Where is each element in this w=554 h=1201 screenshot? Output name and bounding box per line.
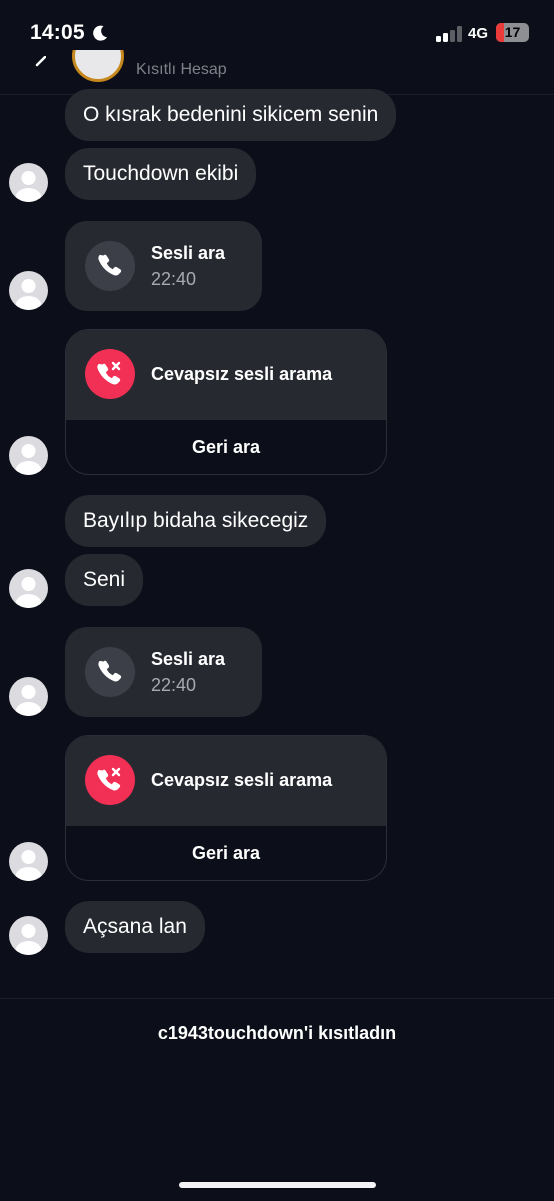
message-bubble[interactable]: Bayılıp bidaha sikecegiz — [65, 495, 327, 547]
home-indicator[interactable] — [179, 1182, 376, 1188]
missed-call-icon — [85, 349, 135, 399]
signal-icon — [436, 26, 462, 42]
missed-call-card: Cevapsız sesli arama Geri ara — [65, 329, 387, 475]
contact-avatar[interactable] — [72, 50, 124, 82]
message-bubble[interactable]: Seni — [65, 554, 144, 606]
call-back-button[interactable]: Geri ara — [66, 420, 386, 474]
call-title: Sesli ara — [151, 243, 226, 263]
missed-call-title: Cevapsız sesli arama — [151, 364, 333, 384]
person-icon — [15, 444, 42, 475]
restricted-account-label: Kısıtlı Hesap — [136, 61, 227, 78]
phone-icon — [85, 647, 135, 697]
sender-avatar[interactable] — [9, 163, 48, 202]
moon-icon — [93, 25, 107, 41]
person-icon — [15, 577, 42, 608]
person-icon — [15, 850, 42, 881]
sender-avatar[interactable] — [9, 842, 48, 881]
call-back-button[interactable]: Geri ara — [66, 826, 386, 880]
person-icon — [15, 279, 42, 310]
voice-call-card[interactable]: Sesli ara 22:40 — [65, 627, 262, 717]
missed-call-icon — [85, 755, 135, 805]
missed-call-title: Cevapsız sesli arama — [151, 770, 333, 790]
sender-avatar[interactable] — [9, 436, 48, 475]
sender-avatar[interactable] — [9, 271, 48, 310]
sender-avatar[interactable] — [9, 916, 48, 955]
status-time: 14:05 — [30, 21, 85, 44]
message-bubble[interactable]: Touchdown ekibi — [65, 148, 257, 200]
person-icon — [15, 924, 42, 955]
message-bubble[interactable]: O kısrak bedenini sikicem senin — [65, 89, 397, 141]
restricted-footer: c1943touchdown'i kısıtladın — [0, 998, 554, 1201]
person-icon — [15, 685, 42, 716]
phone-icon — [85, 241, 135, 291]
person-icon — [15, 171, 42, 202]
message-bubble[interactable]: Açsana lan — [65, 901, 205, 953]
missed-call-card: Cevapsız sesli arama Geri ara — [65, 735, 387, 881]
sender-avatar[interactable] — [9, 677, 48, 716]
restricted-notice: c1943touchdown'i kısıtladın — [157, 1023, 397, 1043]
sender-avatar[interactable] — [9, 569, 48, 608]
call-title: Sesli ara — [151, 649, 226, 669]
call-time: 22:40 — [151, 269, 197, 289]
battery-level: 17 — [504, 24, 521, 40]
network-type: 4G — [468, 25, 489, 42]
back-arrow-icon[interactable] — [34, 56, 46, 68]
battery-icon: 17 — [496, 23, 529, 42]
call-time: 22:40 — [151, 675, 197, 695]
voice-call-card[interactable]: Sesli ara 22:40 — [65, 221, 262, 311]
